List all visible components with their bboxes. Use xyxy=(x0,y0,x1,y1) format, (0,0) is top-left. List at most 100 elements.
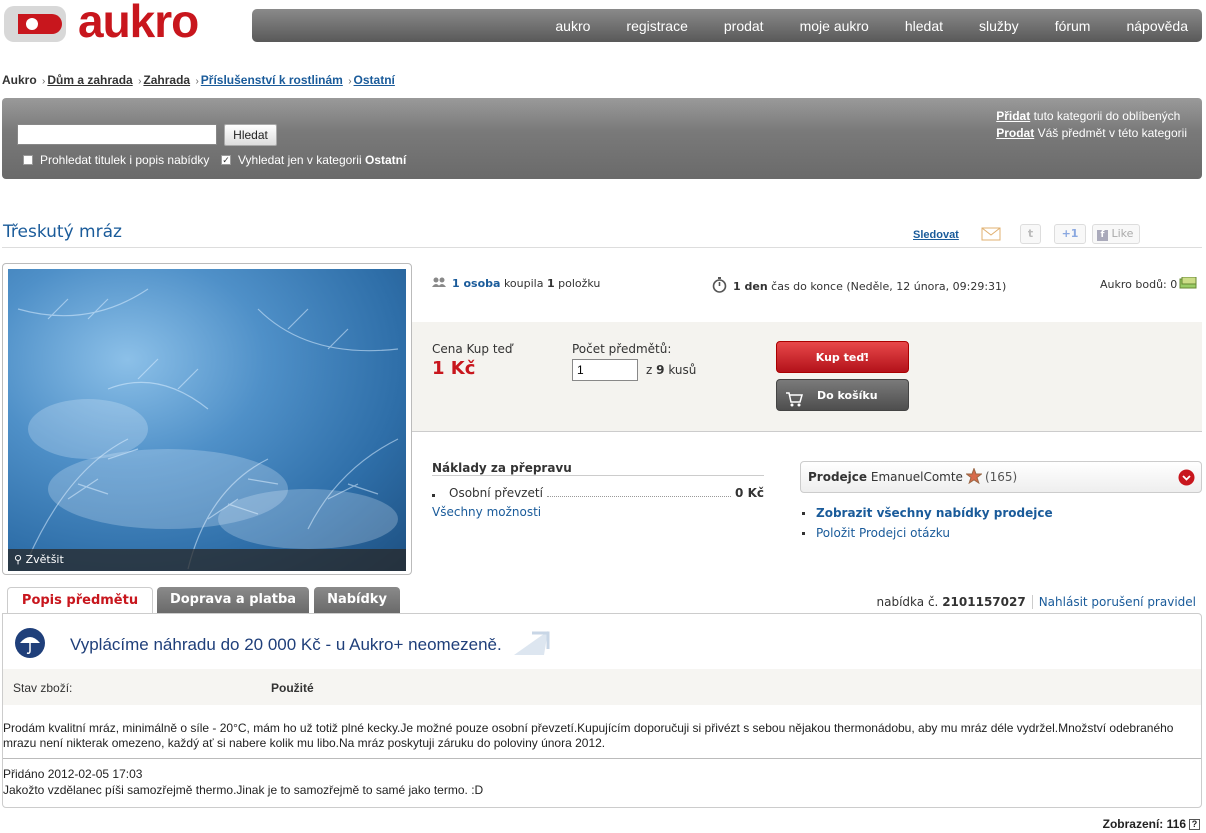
zoom-bar[interactable]: ⚲ Zvětšit xyxy=(8,549,406,571)
added-text: Jakožto vzdělanec píši samozřejmě thermo… xyxy=(3,783,484,797)
search-title-desc-label: Prohledat titulek i popis nabídky xyxy=(40,153,210,167)
added-note: Přidáno 2012-02-05 17:03 Jakožto vzdělan… xyxy=(3,766,483,798)
add-favorite-link[interactable]: Přidat xyxy=(996,109,1030,123)
ask-seller-link[interactable]: Položit Prodejci otázku xyxy=(816,526,950,540)
buyers-info: 1 osoba koupila 1 položku xyxy=(432,277,600,290)
nav-aukro[interactable]: aukro xyxy=(555,18,590,34)
breadcrumb-ostatni[interactable]: Ostatní xyxy=(354,73,395,87)
breadcrumb-dum-a-zahrada[interactable]: Dům a zahrada xyxy=(47,73,132,87)
tab-description[interactable]: Popis předmětu xyxy=(7,587,153,614)
bought-count: 1 xyxy=(546,277,555,290)
quantity-total: 9 xyxy=(656,363,665,377)
search-input[interactable] xyxy=(17,124,217,145)
nav-prodat[interactable]: prodat xyxy=(724,18,764,34)
views-value: 116 xyxy=(1166,817,1186,831)
divider xyxy=(1031,595,1033,609)
search-title-desc-option[interactable]: Prohledat titulek i popis nabídky xyxy=(23,153,209,167)
buyers-link[interactable]: 1 osoba xyxy=(452,277,500,290)
bullet xyxy=(432,494,435,497)
offer-number-label: nabídka č. xyxy=(876,595,939,609)
magnifier-icon: ⚲ xyxy=(14,553,23,566)
nav-sluzby[interactable]: služby xyxy=(979,18,1019,34)
checkbox-unchecked[interactable] xyxy=(23,155,33,165)
report-violation-link[interactable]: Nahlásit porušení pravidel xyxy=(1039,595,1196,609)
shipping-all-options-link[interactable]: Všechny možnosti xyxy=(432,505,541,519)
facebook-like-label: Like xyxy=(1111,227,1134,240)
breadcrumb-root[interactable]: Aukro xyxy=(2,73,37,87)
seller-rating: (165) xyxy=(984,470,1018,484)
nav-moje-aukro[interactable]: moje aukro xyxy=(800,18,869,34)
guarantee-banner[interactable]: Vyplácíme náhradu do 20 000 Kč - u Aukro… xyxy=(14,627,550,662)
title-divider xyxy=(2,247,1202,248)
arrow-icon xyxy=(510,629,550,660)
nav-forum[interactable]: fórum xyxy=(1055,18,1091,34)
quantity-label: Počet předmětů: xyxy=(572,342,672,356)
add-to-cart-label: Do košíku xyxy=(817,389,878,402)
price-value: 1 Kč xyxy=(432,358,476,379)
price-label: Cena Kup teď xyxy=(432,342,513,356)
seller-all-offers-link[interactable]: Zobrazit všechny nabídky prodejce xyxy=(816,506,1053,520)
frost-pattern xyxy=(17,288,399,570)
bullet xyxy=(802,532,805,535)
views-label: Zobrazení: xyxy=(1102,817,1164,831)
seller-box[interactable]: Prodejce EmanuelComte (165) xyxy=(800,461,1202,493)
checkbox-checked[interactable]: ✓ xyxy=(221,155,231,165)
search-category-name: Ostatní xyxy=(364,153,407,167)
nav-napoveda[interactable]: nápověda xyxy=(1126,18,1188,34)
item-image[interactable]: ⚲ Zvětšit xyxy=(8,269,406,571)
views-counter: Zobrazení: 116 ? xyxy=(1103,817,1200,831)
add-favorite-text: tuto kategorii do oblíbených xyxy=(1033,109,1181,123)
added-date: Přidáno 2012-02-05 17:03 xyxy=(3,767,143,781)
condition-row: Stav zboží: Použité xyxy=(3,669,1201,705)
search-category-option[interactable]: ✓ Vyhledat jen v kategorii Ostatní xyxy=(221,153,406,167)
quantity-unit: kusů xyxy=(668,363,697,377)
added-divider xyxy=(3,758,1201,759)
seller-links: Zobrazit všechny nabídky prodejce Položi… xyxy=(802,503,1053,543)
quantity-input[interactable] xyxy=(572,359,638,381)
description-text: Prodám kvalitní mráz, minimálně o síle -… xyxy=(3,721,1174,750)
chevron-down-icon[interactable] xyxy=(1178,469,1195,489)
main-nav: aukro registrace prodat moje aukro hleda… xyxy=(252,9,1202,42)
logo-icon xyxy=(4,6,66,42)
shipping-title: Náklady za přepravu xyxy=(432,461,572,475)
buy-now-button[interactable]: Kup teď! xyxy=(776,341,909,373)
breadcrumb: Aukro › Dům a zahrada › Zahrada › Příslušen… xyxy=(2,73,395,87)
facebook-like-button[interactable]: f Like xyxy=(1092,224,1140,244)
help-icon[interactable]: ? xyxy=(1189,818,1200,830)
tab-offers[interactable]: Nabídky xyxy=(314,587,400,613)
nav-hledat[interactable]: hledat xyxy=(905,18,943,34)
umbrella-icon xyxy=(14,627,46,662)
follow-link[interactable]: Sledovat xyxy=(913,229,959,241)
sell-here-text: Váš předmět v této kategorii xyxy=(1037,126,1187,140)
stopwatch-icon xyxy=(712,277,727,296)
time-left-info: 1 den čas do konce (Neděle, 12 února, 09… xyxy=(712,277,1006,296)
bullet xyxy=(802,512,805,515)
shipping-price: 0 Kč xyxy=(735,486,764,500)
seller-name: EmanuelComte xyxy=(870,470,963,484)
breadcrumb-prislusenstvi[interactable]: Příslušenství k rostlinám xyxy=(201,73,343,87)
condition-value: Použité xyxy=(271,681,314,695)
page-title: Třeskutý mráz xyxy=(3,222,122,242)
mail-icon[interactable] xyxy=(980,224,1002,244)
search-button[interactable]: Hledat xyxy=(224,124,277,146)
star-icon xyxy=(964,466,983,487)
google-plus-one-button[interactable]: +1 xyxy=(1054,224,1086,244)
sell-here-link[interactable]: Prodat xyxy=(996,126,1034,140)
shipping-method: Osobní převzetí xyxy=(449,486,543,500)
nav-registrace[interactable]: registrace xyxy=(626,18,687,34)
price-panel: Cena Kup teď 1 Kč Počet předmětů: z 9 ku… xyxy=(412,322,1202,432)
add-to-cart-button[interactable]: Do košíku xyxy=(776,379,909,411)
cart-icon xyxy=(785,388,803,420)
time-left-value: 1 den xyxy=(733,280,768,293)
tab-shipping-payment[interactable]: Doprava a platba xyxy=(157,587,309,613)
breadcrumb-zahrada[interactable]: Zahrada xyxy=(143,73,190,87)
bought-text: koupila xyxy=(503,277,544,290)
offer-number-value: 2101157027 xyxy=(942,595,1026,609)
aukro-logo[interactable]: aukro xyxy=(4,0,234,47)
category-actions: Přidat tuto kategorii do oblíbených Prod… xyxy=(996,108,1187,142)
bought-unit: položku xyxy=(558,277,601,290)
twitter-icon[interactable]: t xyxy=(1020,224,1041,244)
points-label: Aukro bodů: xyxy=(1100,278,1167,291)
aukro-points: Aukro bodů: 0 xyxy=(1100,276,1197,292)
logo-text: aukro xyxy=(78,0,199,47)
